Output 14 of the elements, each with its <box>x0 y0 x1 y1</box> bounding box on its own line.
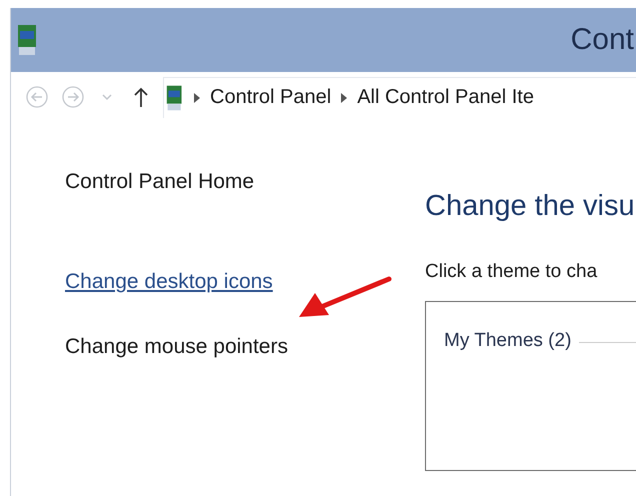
sidebar-item[interactable]: Change mouse pointers <box>65 335 288 365</box>
window-title: Cont <box>570 23 634 57</box>
instruction-text: Click a theme to cha <box>425 261 598 283</box>
chevron-icon[interactable] <box>341 92 348 102</box>
control-panel-icon <box>17 23 39 57</box>
breadcrumb[interactable]: Control Panel <box>210 86 332 109</box>
group-label: My Themes (2) <box>444 330 572 352</box>
sidebar-item[interactable]: Control Panel Home <box>65 170 254 200</box>
address-bar[interactable]: Control Panel All Control Panel Ite <box>163 76 636 118</box>
sidebar-link[interactable]: Change desktop icons <box>65 270 273 300</box>
page-heading: Change the visu <box>425 190 636 223</box>
control-panel-icon <box>166 84 184 112</box>
breadcrumb[interactable]: All Control Panel Ite <box>357 86 534 109</box>
chevron-icon[interactable] <box>194 92 200 102</box>
